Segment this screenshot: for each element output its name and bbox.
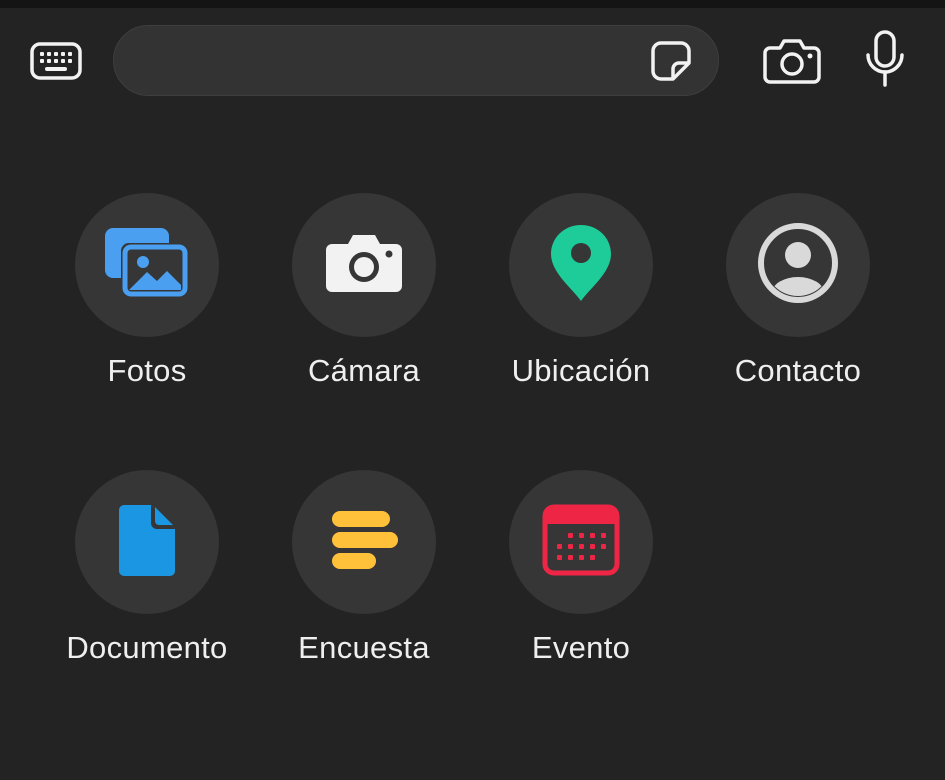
calendar-event-icon: [542, 504, 620, 581]
camera-button[interactable]: [760, 34, 824, 90]
attach-photos-label: Fotos: [107, 353, 187, 388]
attach-photos[interactable]: Fotos: [47, 193, 247, 423]
attach-contact[interactable]: Contacto: [698, 193, 898, 423]
message-composer: [0, 8, 945, 108]
attach-camera[interactable]: Cámara: [264, 193, 464, 423]
attach-poll-label: Encuesta: [298, 630, 430, 665]
keyboard-icon: [29, 41, 83, 86]
attach-event[interactable]: Evento: [481, 470, 681, 700]
attach-poll-circle: [292, 470, 436, 614]
attach-camera-circle: [292, 193, 436, 337]
top-strip: [0, 0, 945, 8]
camera-outline-icon: [762, 36, 822, 89]
contact-icon: [756, 221, 840, 310]
document-icon: [117, 503, 177, 582]
sticker-icon: [649, 39, 693, 88]
attach-contact-label: Contacto: [734, 353, 862, 388]
attach-location-label: Ubicación: [511, 353, 651, 388]
keyboard-button[interactable]: [26, 38, 86, 88]
poll-icon: [328, 507, 400, 578]
attach-document[interactable]: Documento: [47, 470, 247, 700]
location-pin-icon: [549, 223, 613, 308]
camera-icon: [324, 232, 404, 299]
microphone-button[interactable]: [860, 29, 910, 94]
attach-camera-label: Cámara: [307, 353, 421, 388]
attach-document-label: Documento: [66, 630, 228, 665]
attach-document-circle: [75, 470, 219, 614]
attach-location-circle: [509, 193, 653, 337]
attachment-screen: Fotos Cámara Ubicación Contacto Document…: [0, 0, 945, 780]
attach-photos-circle: [75, 193, 219, 337]
attach-event-label: Evento: [531, 630, 631, 665]
microphone-icon: [863, 29, 907, 94]
attach-contact-circle: [726, 193, 870, 337]
photos-icon: [103, 226, 191, 305]
attach-location[interactable]: Ubicación: [481, 193, 681, 423]
message-input[interactable]: [140, 26, 644, 97]
message-field[interactable]: [113, 25, 719, 97]
attach-event-circle: [509, 470, 653, 614]
sticker-button[interactable]: [648, 40, 694, 86]
attach-poll[interactable]: Encuesta: [264, 470, 464, 700]
